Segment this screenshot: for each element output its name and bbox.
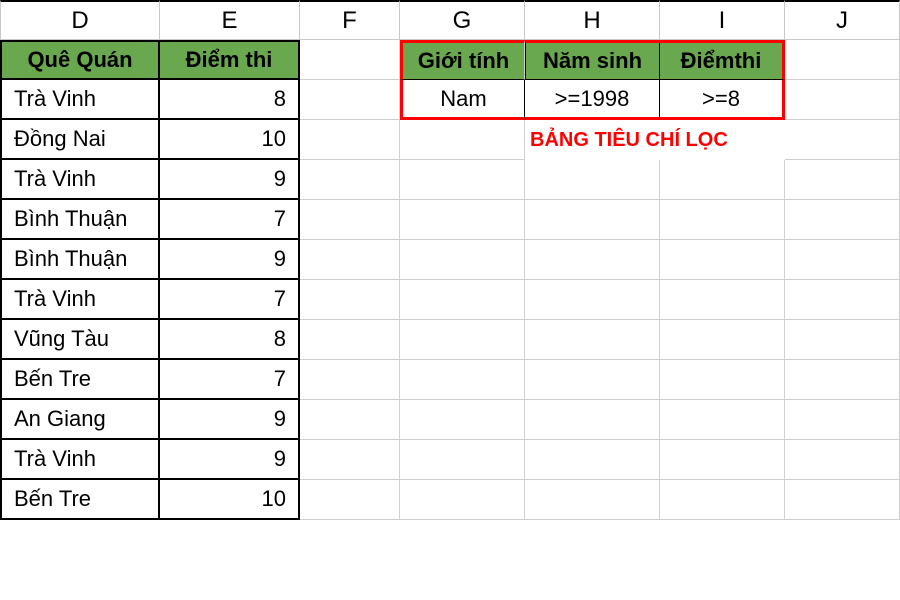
cell-E7[interactable]: 7	[160, 280, 300, 320]
cell-F3[interactable]	[300, 120, 400, 160]
cell-H4[interactable]	[525, 160, 660, 200]
cell-I6[interactable]	[660, 240, 785, 280]
spreadsheet: D E F G H I J Quê Quán Điểm thi Giới tín…	[0, 0, 900, 520]
cell-E5[interactable]: 7	[160, 200, 300, 240]
cell-G7[interactable]	[400, 280, 525, 320]
cell-F4[interactable]	[300, 160, 400, 200]
cell-D6[interactable]: Bình Thuận	[0, 240, 160, 280]
cell-J12[interactable]	[785, 480, 900, 520]
cell-H10[interactable]	[525, 400, 660, 440]
cell-H8[interactable]	[525, 320, 660, 360]
cell-H9[interactable]	[525, 360, 660, 400]
cell-E9[interactable]: 7	[160, 360, 300, 400]
col-header-J[interactable]: J	[785, 0, 900, 40]
cell-I8[interactable]	[660, 320, 785, 360]
cell-E2[interactable]: 8	[160, 80, 300, 120]
criteria-header-gioi-tinh[interactable]: Giới tính	[400, 40, 525, 80]
criteria-header-nam-sinh[interactable]: Năm sinh	[525, 40, 660, 80]
cell-J8[interactable]	[785, 320, 900, 360]
cell-J1[interactable]	[785, 40, 900, 80]
header-que-quan[interactable]: Quê Quán	[0, 40, 160, 80]
cell-D10[interactable]: An Giang	[0, 400, 160, 440]
cell-D5[interactable]: Bình Thuận	[0, 200, 160, 240]
cell-H5[interactable]	[525, 200, 660, 240]
cell-J6[interactable]	[785, 240, 900, 280]
col-header-F[interactable]: F	[300, 0, 400, 40]
cell-G3[interactable]	[400, 120, 525, 160]
cell-J10[interactable]	[785, 400, 900, 440]
cell-G12[interactable]	[400, 480, 525, 520]
col-header-E[interactable]: E	[160, 0, 300, 40]
criteria-caption: BẢNG TIÊU CHÍ LỌC	[525, 120, 785, 160]
cell-D12[interactable]: Bến Tre	[0, 480, 160, 520]
cell-I7[interactable]	[660, 280, 785, 320]
cell-H7[interactable]	[525, 280, 660, 320]
cell-D8[interactable]: Vũng Tàu	[0, 320, 160, 360]
cell-F5[interactable]	[300, 200, 400, 240]
cell-F10[interactable]	[300, 400, 400, 440]
cell-E6[interactable]: 9	[160, 240, 300, 280]
cell-I10[interactable]	[660, 400, 785, 440]
criteria-value-nam-sinh[interactable]: >=1998	[525, 80, 660, 120]
cell-E8[interactable]: 8	[160, 320, 300, 360]
criteria-header-diem-thi[interactable]: Điểmthi	[660, 40, 785, 80]
cell-F11[interactable]	[300, 440, 400, 480]
cell-G11[interactable]	[400, 440, 525, 480]
criteria-value-gioi-tinh[interactable]: Nam	[400, 80, 525, 120]
cell-J9[interactable]	[785, 360, 900, 400]
cell-D2[interactable]: Trà Vinh	[0, 80, 160, 120]
cell-G4[interactable]	[400, 160, 525, 200]
cell-E11[interactable]: 9	[160, 440, 300, 480]
col-header-H[interactable]: H	[525, 0, 660, 40]
cell-F2[interactable]	[300, 80, 400, 120]
cell-F8[interactable]	[300, 320, 400, 360]
cell-H12[interactable]	[525, 480, 660, 520]
cell-E3[interactable]: 10	[160, 120, 300, 160]
cell-J7[interactable]	[785, 280, 900, 320]
cell-H6[interactable]	[525, 240, 660, 280]
cell-F12[interactable]	[300, 480, 400, 520]
col-header-D[interactable]: D	[0, 0, 160, 40]
cell-G9[interactable]	[400, 360, 525, 400]
cell-D9[interactable]: Bến Tre	[0, 360, 160, 400]
cell-D11[interactable]: Trà Vinh	[0, 440, 160, 480]
cell-J2[interactable]	[785, 80, 900, 120]
cell-F9[interactable]	[300, 360, 400, 400]
cell-E12[interactable]: 10	[160, 480, 300, 520]
cell-G10[interactable]	[400, 400, 525, 440]
cell-J4[interactable]	[785, 160, 900, 200]
cell-I11[interactable]	[660, 440, 785, 480]
cell-D4[interactable]: Trà Vinh	[0, 160, 160, 200]
cell-E4[interactable]: 9	[160, 160, 300, 200]
cell-E10[interactable]: 9	[160, 400, 300, 440]
cell-F1[interactable]	[300, 40, 400, 80]
cell-D3[interactable]: Đồng Nai	[0, 120, 160, 160]
cell-I4[interactable]	[660, 160, 785, 200]
cell-J11[interactable]	[785, 440, 900, 480]
cell-I5[interactable]	[660, 200, 785, 240]
criteria-value-diem-thi[interactable]: >=8	[660, 80, 785, 120]
cell-J3[interactable]	[785, 120, 900, 160]
cell-J5[interactable]	[785, 200, 900, 240]
cell-G5[interactable]	[400, 200, 525, 240]
cell-H11[interactable]	[525, 440, 660, 480]
cell-I12[interactable]	[660, 480, 785, 520]
col-header-G[interactable]: G	[400, 0, 525, 40]
cell-F6[interactable]	[300, 240, 400, 280]
cell-D7[interactable]: Trà Vinh	[0, 280, 160, 320]
cell-G6[interactable]	[400, 240, 525, 280]
cell-G8[interactable]	[400, 320, 525, 360]
header-diem-thi[interactable]: Điểm thi	[160, 40, 300, 80]
col-header-I[interactable]: I	[660, 0, 785, 40]
cell-I9[interactable]	[660, 360, 785, 400]
cell-F7[interactable]	[300, 280, 400, 320]
